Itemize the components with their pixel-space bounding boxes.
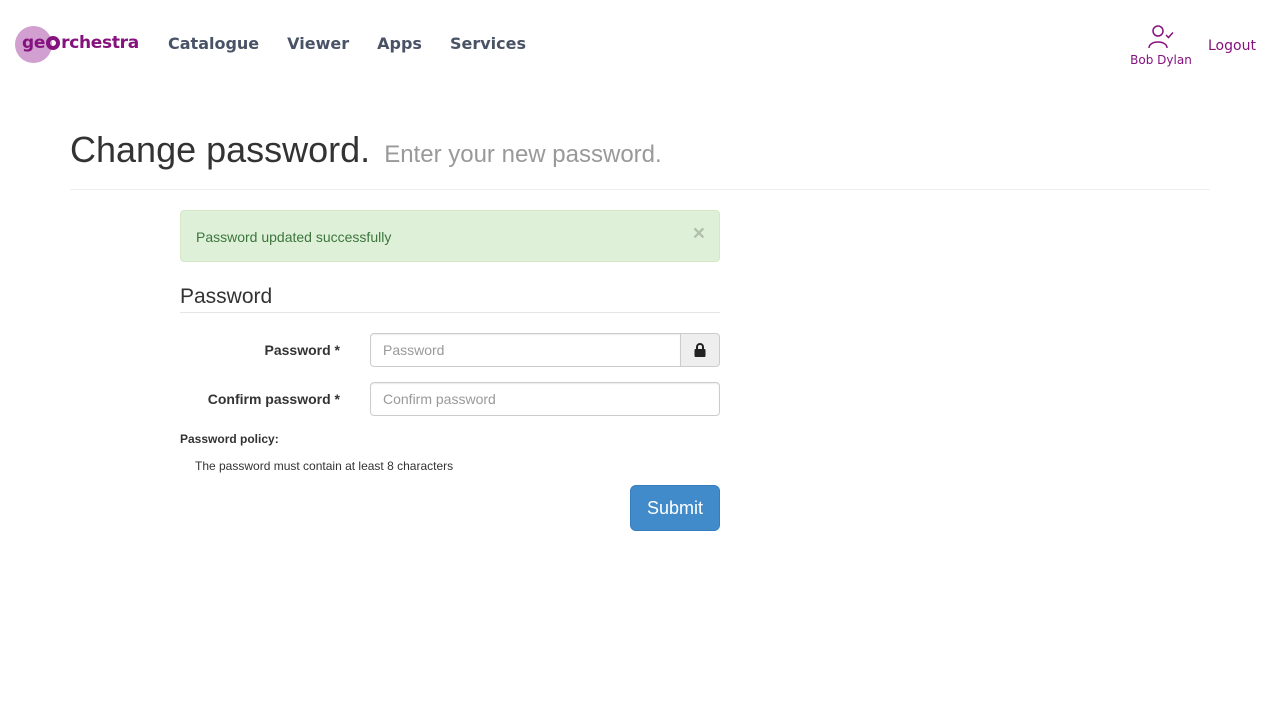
nav-item-apps[interactable]: Apps bbox=[363, 34, 436, 54]
logo-ring-icon bbox=[46, 36, 61, 50]
confirm-password-input[interactable] bbox=[370, 382, 720, 416]
password-toggle[interactable] bbox=[681, 333, 720, 367]
confirm-password-label: Confirm password * bbox=[207, 391, 340, 407]
page-title: Change password. Enter your new password… bbox=[70, 128, 1210, 177]
alert-message: Password updated successfully bbox=[196, 229, 392, 245]
password-label: Password * bbox=[264, 342, 340, 358]
close-icon[interactable]: × bbox=[693, 223, 705, 244]
user-account[interactable]: Bob Dylan bbox=[1122, 24, 1200, 67]
page-header: Change password. Enter your new password… bbox=[70, 128, 1210, 190]
top-header: ge rchestra Catalogue Viewer Apps Service… bbox=[0, 0, 1280, 90]
password-policy-rule: The password must contain at least 8 cha… bbox=[195, 459, 454, 473]
password-input[interactable] bbox=[370, 333, 681, 367]
page-subtitle: Enter your new password. bbox=[384, 141, 662, 168]
lock-icon bbox=[694, 343, 706, 357]
user-check-icon bbox=[1148, 25, 1174, 49]
page-title-text: Change password. bbox=[70, 129, 371, 170]
form-legend: Password bbox=[180, 285, 720, 313]
password-input-group bbox=[370, 333, 720, 367]
georchestra-logo[interactable]: ge rchestra bbox=[15, 26, 145, 64]
password-policy-title: Password policy: bbox=[180, 432, 279, 446]
logout-link[interactable]: Logout bbox=[1208, 38, 1256, 54]
nav-item-services[interactable]: Services bbox=[436, 34, 540, 54]
logo-text: ge rchestra bbox=[22, 33, 139, 53]
nav-item-viewer[interactable]: Viewer bbox=[273, 34, 363, 54]
submit-button[interactable]: Submit bbox=[630, 485, 720, 531]
nav-item-catalogue[interactable]: Catalogue bbox=[154, 34, 273, 54]
main-nav: Catalogue Viewer Apps Services bbox=[154, 34, 540, 54]
user-name: Bob Dylan bbox=[1130, 53, 1192, 67]
success-alert: Password updated successfully × bbox=[180, 210, 720, 262]
